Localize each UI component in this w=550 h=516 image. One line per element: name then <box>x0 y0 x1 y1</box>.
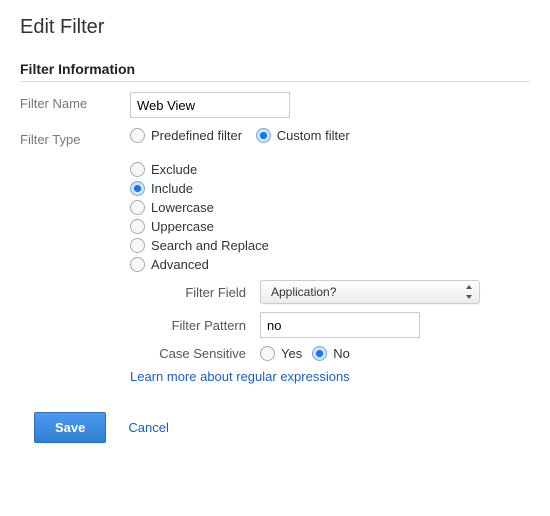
radio-icon <box>130 128 145 143</box>
filter-name-label: Filter Name <box>20 92 130 111</box>
filter-field-select[interactable]: Application? <box>260 280 480 304</box>
radio-icon <box>130 181 145 196</box>
section-divider <box>20 81 530 82</box>
radio-icon <box>256 128 271 143</box>
filter-type-label: Filter Type <box>20 128 130 147</box>
learn-more-link[interactable]: Learn more about regular expressions <box>130 369 350 384</box>
include-radio[interactable]: Include <box>130 181 530 196</box>
advanced-radio[interactable]: Advanced <box>130 257 530 272</box>
case-no-label: No <box>333 346 350 361</box>
case-sensitive-row: Case Sensitive Yes No <box>130 346 530 361</box>
radio-icon <box>130 162 145 177</box>
filter-pattern-label: Filter Pattern <box>130 318 260 333</box>
lowercase-label: Lowercase <box>151 200 214 215</box>
exclude-label: Exclude <box>151 162 197 177</box>
save-button[interactable]: Save <box>34 412 106 443</box>
predefined-filter-radio[interactable]: Predefined filter <box>130 128 242 143</box>
radio-icon <box>130 200 145 215</box>
radio-icon <box>130 219 145 234</box>
filter-field-row: Filter Field Application? <box>130 280 530 304</box>
filter-field-label: Filter Field <box>130 285 260 300</box>
section-title: Filter Information <box>20 61 530 77</box>
filter-field-value: Application? <box>271 285 336 299</box>
filter-type-row: Filter Type Predefined filter Custom fil… <box>20 128 530 384</box>
radio-icon <box>130 257 145 272</box>
search-replace-radio[interactable]: Search and Replace <box>130 238 530 253</box>
custom-options-group: Exclude Include Lowercase Uppercase Sear… <box>130 162 530 384</box>
filter-name-input[interactable] <box>130 92 290 118</box>
footer-actions: Save Cancel <box>20 412 530 443</box>
custom-filter-radio[interactable]: Custom filter <box>256 128 350 143</box>
case-no-radio[interactable]: No <box>312 346 350 361</box>
case-yes-label: Yes <box>281 346 302 361</box>
uppercase-radio[interactable]: Uppercase <box>130 219 530 234</box>
advanced-label: Advanced <box>151 257 209 272</box>
updown-icon <box>465 285 473 299</box>
case-sensitive-label: Case Sensitive <box>130 346 260 361</box>
predefined-filter-label: Predefined filter <box>151 128 242 143</box>
radio-icon <box>312 346 327 361</box>
filter-name-row: Filter Name <box>20 92 530 118</box>
case-yes-radio[interactable]: Yes <box>260 346 302 361</box>
page-title: Edit Filter <box>20 16 530 39</box>
cancel-link[interactable]: Cancel <box>128 420 168 435</box>
filter-pattern-input[interactable] <box>260 312 420 338</box>
exclude-radio[interactable]: Exclude <box>130 162 530 177</box>
custom-filter-label: Custom filter <box>277 128 350 143</box>
radio-icon <box>260 346 275 361</box>
radio-icon <box>130 238 145 253</box>
lowercase-radio[interactable]: Lowercase <box>130 200 530 215</box>
search-replace-label: Search and Replace <box>151 238 269 253</box>
include-label: Include <box>151 181 193 196</box>
uppercase-label: Uppercase <box>151 219 214 234</box>
filter-pattern-row: Filter Pattern <box>130 312 530 338</box>
